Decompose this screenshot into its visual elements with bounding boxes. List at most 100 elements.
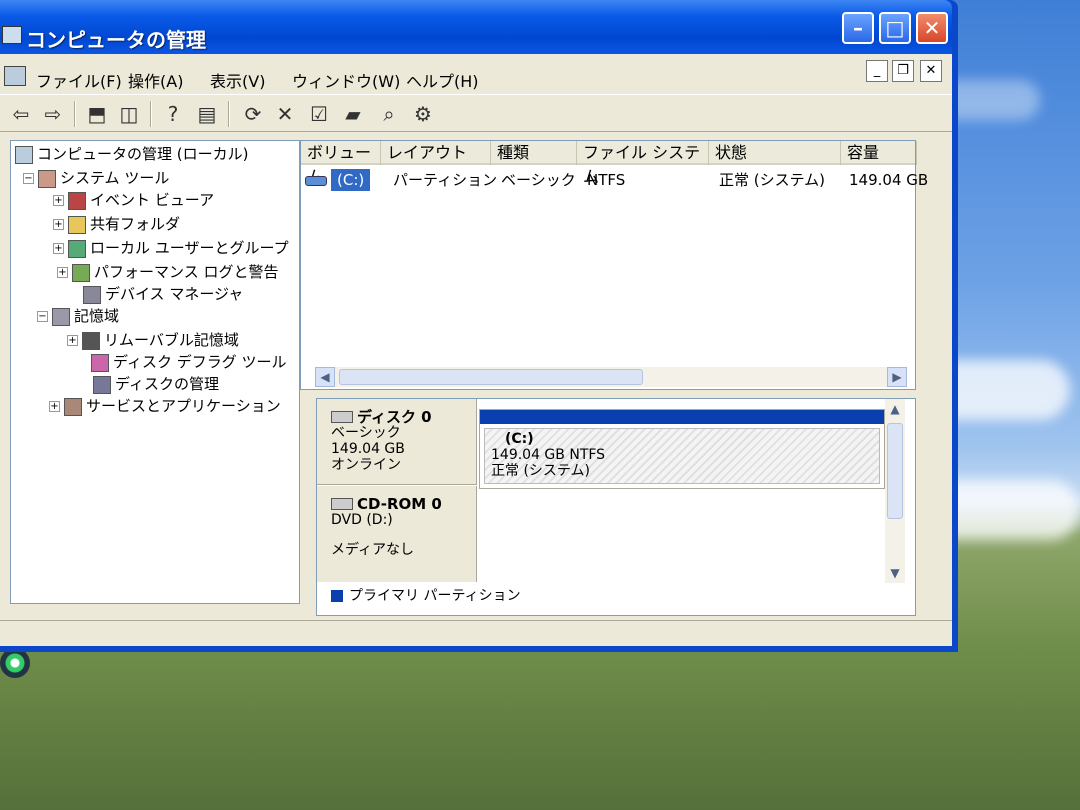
tree-item-services-apps[interactable]: + サービスとアプリケーション [49, 395, 281, 417]
search-icon[interactable]: ⌕ [376, 101, 402, 127]
tree-label: ディスク デフラグ ツール [113, 353, 287, 371]
disk-icon [331, 411, 353, 423]
maximize-button[interactable]: □ [879, 12, 911, 44]
legend: プライマリ パーティション [331, 585, 521, 605]
title-bar[interactable]: コンピュータの管理 – □ ✕ [0, 0, 952, 54]
disk-state: オンライン [331, 457, 401, 473]
volume-label: (C:) [331, 169, 371, 191]
tree-item-system-tools[interactable]: − システム ツール [23, 167, 169, 189]
column-header-layout[interactable]: レイアウト [381, 141, 491, 165]
toolbar-separator [228, 101, 230, 127]
help-icon[interactable]: ? [160, 101, 186, 127]
scroll-up-icon[interactable]: ▲ [885, 399, 905, 419]
column-header-capacity[interactable]: 容量 [841, 141, 917, 165]
column-header-status[interactable]: 状態 [709, 141, 841, 165]
toolbar-separator [150, 101, 152, 127]
expand-icon[interactable]: + [53, 243, 64, 254]
child-restore-button[interactable]: ❐ [892, 60, 914, 82]
computer-icon [15, 145, 33, 164]
scroll-down-icon[interactable]: ▼ [885, 563, 905, 583]
cell-capacity: 149.04 GB [849, 171, 929, 189]
tree-label: イベント ビューア [90, 191, 215, 209]
tree-label: パフォーマンス ログと警告 [94, 263, 279, 281]
console-tree: コンピュータの管理 (ローカル) − システム ツール + イベント ビューア + 共… [10, 140, 300, 604]
expand-icon[interactable]: + [49, 401, 60, 412]
disk-size: 149.04 GB [331, 441, 405, 457]
scroll-thumb[interactable] [887, 423, 903, 519]
toolbar-separator [74, 101, 76, 127]
expand-icon[interactable]: + [67, 335, 78, 346]
partition-name: (C:) [505, 431, 534, 447]
performance-icon [72, 263, 90, 282]
partition-bar [480, 410, 884, 424]
legend-label: プライマリ パーティション [349, 588, 521, 604]
desktop-icon-powerdvd[interactable] [0, 648, 54, 680]
collapse-icon[interactable]: − [37, 311, 48, 322]
scroll-left-icon[interactable]: ◀ [315, 367, 335, 387]
child-close-button[interactable]: ✕ [920, 60, 942, 82]
services-icon [64, 397, 82, 416]
tree-item-device-manager[interactable]: デバイス マネージャ [83, 283, 243, 305]
scroll-right-icon[interactable]: ▶ [887, 367, 907, 387]
menu-file[interactable]: ファイル(F) [36, 68, 122, 92]
expand-icon[interactable]: + [53, 195, 64, 206]
tree-item-performance-logs[interactable]: + パフォーマンス ログと警告 [57, 261, 278, 283]
disk-state: メディアなし [331, 542, 415, 558]
tree-label: 共有フォルダ [90, 215, 181, 233]
show-tree-icon[interactable]: ◫ [116, 101, 142, 127]
tree-item-local-users[interactable]: + ローカル ユーザーとグループ [53, 237, 289, 259]
tree-item-computer-management[interactable]: コンピュータの管理 (ローカル) [15, 143, 248, 165]
properties-icon[interactable]: ▤ [194, 101, 220, 127]
column-header-volume[interactable]: ボリューム [301, 141, 381, 186]
client-area: ファイル(F) 操作(A) 表示(V) ウィンドウ(W) ヘルプ(H) _ ❐ … [0, 54, 952, 646]
computer-management-window: コンピュータの管理 – □ ✕ ファイル(F) 操作(A) 表示(V) ウィンド… [0, 0, 958, 652]
collapse-icon[interactable]: − [23, 173, 34, 184]
cell-volume: (C:) [305, 169, 371, 191]
app-menu-icon[interactable] [4, 66, 26, 86]
open-folder-icon[interactable]: ▰ [340, 101, 366, 127]
back-arrow-icon[interactable]: ⇦ [8, 101, 34, 127]
expand-icon[interactable]: + [53, 219, 64, 230]
disk-management-icon [93, 375, 111, 394]
menu-help[interactable]: ヘルプ(H) [406, 68, 479, 92]
horizontal-scrollbar[interactable]: ◀ ▶ [315, 367, 907, 387]
vertical-scrollbar[interactable]: ▲ ▼ [885, 399, 905, 583]
up-folder-icon[interactable]: ⬒ [84, 101, 110, 127]
scroll-thumb[interactable] [339, 369, 643, 385]
partition-size: 149.04 GB NTFS [491, 447, 606, 463]
toolbar: ⇦ ⇨ ⬒ ◫ ? ▤ ⟳ ✕ ☑ ▰ ⌕ ⚙ [0, 94, 952, 132]
column-header-type[interactable]: 種類 [491, 141, 577, 165]
minimize-button[interactable]: – [842, 12, 874, 44]
volume-list: ボリューム レイアウト 種類 ファイル システム 状態 容量 (C:) パーティ… [300, 140, 928, 390]
device-manager-icon [83, 285, 101, 304]
tree-label: ローカル ユーザーとグループ [90, 239, 289, 257]
cell-type: ベーシック [501, 171, 576, 189]
forward-arrow-icon[interactable]: ⇨ [40, 101, 66, 127]
partition-c[interactable]: (C:) 149.04 GB NTFS 正常 (システム) [479, 409, 885, 489]
tree-item-removable-storage[interactable]: + リムーバブル記憶域 [67, 329, 239, 351]
disk-type: DVD (D:) [331, 512, 393, 528]
refresh-icon[interactable]: ⟳ [240, 101, 266, 127]
tree-item-storage[interactable]: − 記憶域 [37, 305, 119, 327]
column-header-filesystem[interactable]: ファイル システム [577, 141, 709, 186]
disk-0-info[interactable]: ディスク 0 ベーシック 149.04 GB オンライン [317, 399, 477, 485]
tree-item-event-viewer[interactable]: + イベント ビューア [53, 189, 214, 211]
delete-icon[interactable]: ✕ [272, 101, 298, 127]
expand-icon[interactable]: + [57, 267, 68, 278]
tree-label: コンピュータの管理 (ローカル) [37, 145, 249, 163]
menu-view[interactable]: 表示(V) [210, 68, 265, 92]
menu-bar: ファイル(F) 操作(A) 表示(V) ウィンドウ(W) ヘルプ(H) _ ❐ … [0, 58, 952, 92]
tree-label: デバイス マネージャ [105, 285, 244, 303]
child-minimize-button[interactable]: _ [866, 60, 888, 82]
close-button[interactable]: ✕ [916, 12, 948, 44]
menu-window[interactable]: ウィンドウ(W) [292, 68, 400, 92]
disk-settings-icon[interactable]: ⚙ [410, 101, 436, 127]
tree-item-disk-defrag[interactable]: ディスク デフラグ ツール [91, 351, 287, 373]
properties-sheet-icon[interactable]: ☑ [306, 101, 332, 127]
shared-folder-icon [68, 215, 86, 234]
menu-action[interactable]: 操作(A) [128, 68, 183, 92]
disk-name: CD-ROM 0 [357, 495, 442, 513]
cdrom-0-info[interactable]: CD-ROM 0 DVD (D:) メディアなし [317, 486, 477, 582]
tree-item-shared-folders[interactable]: + 共有フォルダ [53, 213, 180, 235]
tree-item-disk-management[interactable]: ディスクの管理 [93, 373, 219, 395]
